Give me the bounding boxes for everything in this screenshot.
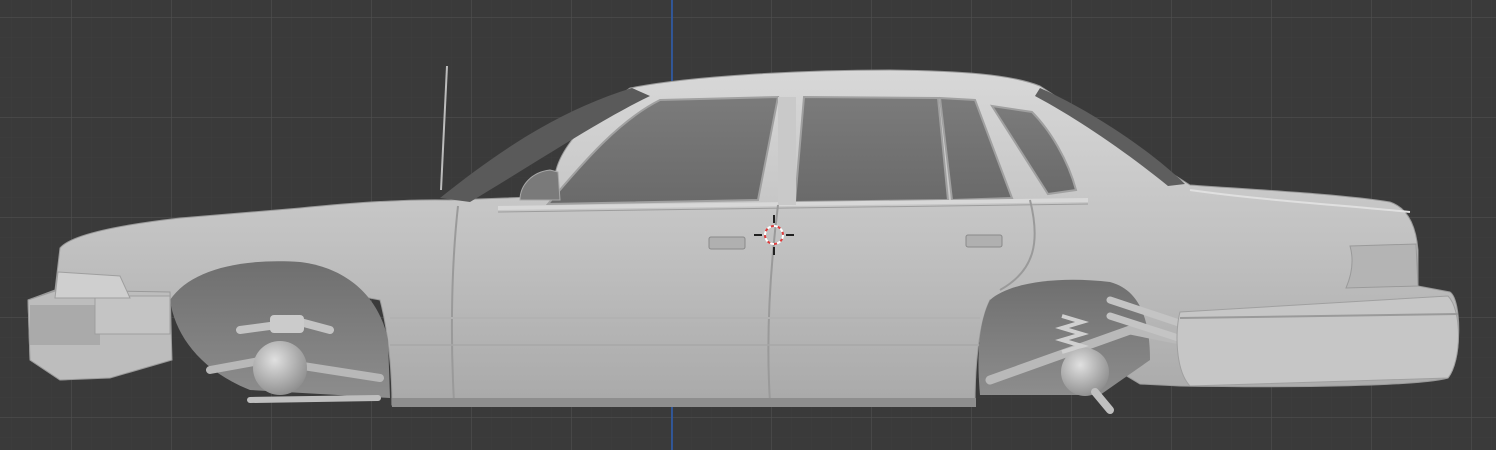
rear-hub-stub [1091, 388, 1114, 414]
rear-bumper [1176, 295, 1459, 387]
side-mirror [519, 169, 561, 201]
sedan-car-model[interactable] [0, 0, 1496, 450]
front-strut-top [270, 315, 304, 333]
3d-viewport[interactable] [0, 0, 1496, 450]
front-light-block [94, 295, 171, 335]
b-pillar [778, 97, 796, 205]
3d-cursor-icon[interactable] [754, 215, 794, 255]
front-tie-rod [247, 395, 381, 403]
tail-light [1345, 243, 1419, 289]
front-hub [253, 341, 307, 395]
rear-door-handle [965, 234, 1003, 248]
rear-door-window [793, 95, 950, 204]
headlight [54, 271, 131, 299]
front-door-handle [708, 236, 746, 250]
rocker-panel [392, 398, 976, 407]
grille [30, 305, 100, 345]
rear-hub [1061, 348, 1109, 396]
antenna [440, 65, 448, 191]
